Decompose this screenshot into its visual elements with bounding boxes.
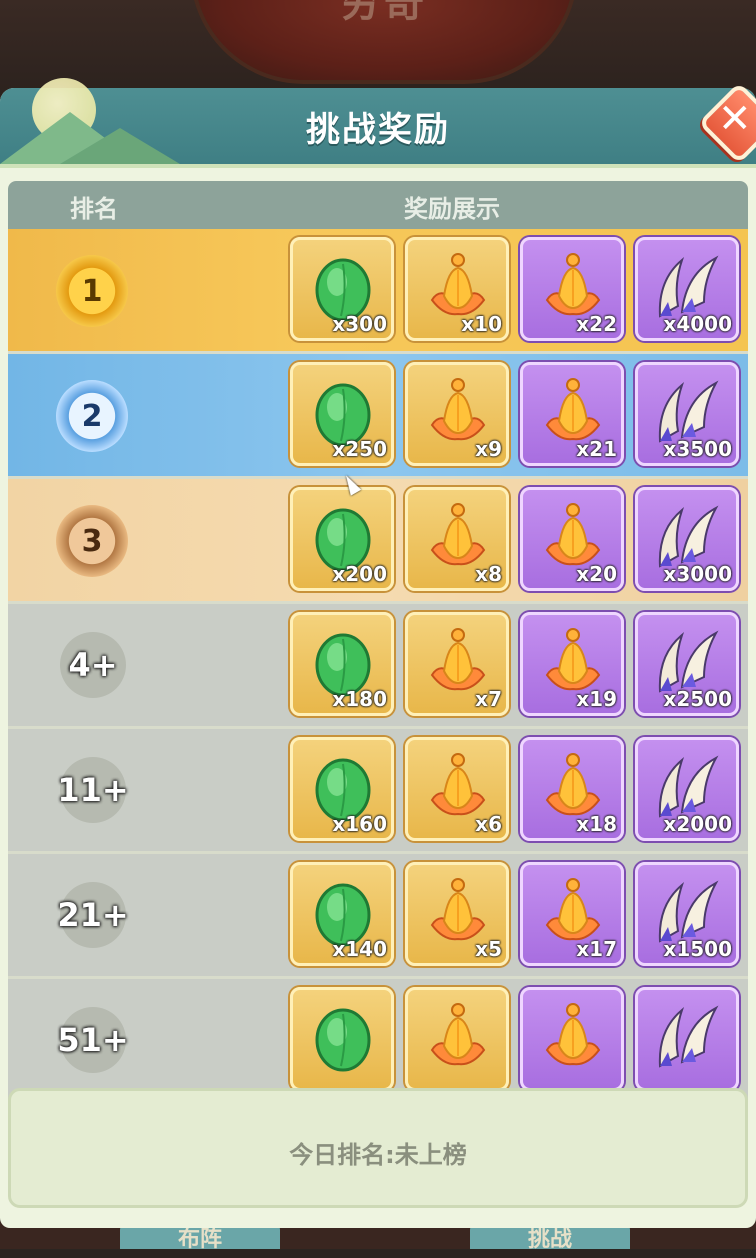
table-row: 3 x200 x8 x20 x3000 bbox=[8, 479, 748, 601]
reward-quantity: x20 bbox=[576, 562, 617, 586]
reward-quantity: x19 bbox=[576, 687, 617, 711]
reward-quantity: x7 bbox=[475, 687, 502, 711]
reward-item[interactable]: x20 bbox=[520, 487, 624, 591]
reward-item[interactable]: x160 bbox=[290, 737, 394, 841]
reward-item[interactable]: x3000 bbox=[635, 487, 739, 591]
reward-quantity: x180 bbox=[332, 687, 387, 711]
reward-quantity: x21 bbox=[576, 437, 617, 461]
today-rank-panel: 今日排名:未上榜 bbox=[8, 1088, 748, 1208]
reward-item[interactable]: x200 bbox=[290, 487, 394, 591]
green-leaf-icon bbox=[307, 1000, 379, 1072]
rank-badge: 3 bbox=[56, 505, 128, 577]
reward-item[interactable]: x8 bbox=[405, 487, 509, 591]
reward-quantity: x6 bbox=[475, 812, 502, 836]
reward-quantity: x2500 bbox=[663, 687, 732, 711]
table-header: 排名 奖励展示 bbox=[8, 181, 748, 229]
table-row: 21+ x140 x5 x17 x1500 bbox=[8, 854, 748, 976]
reward-quantity: x18 bbox=[576, 812, 617, 836]
reward-quantity: x17 bbox=[576, 937, 617, 961]
reward-quantity: x3500 bbox=[663, 437, 732, 461]
rank-badge: 1 bbox=[56, 255, 128, 327]
reward-quantity: x4000 bbox=[663, 312, 732, 336]
reward-quantity: x10 bbox=[461, 312, 502, 336]
challenge-rewards-dialog: 挑战奖励 ✕ 排名 奖励展示 1 x300 x10 x22 x4000 2 x250 x9 x2… bbox=[0, 78, 756, 1228]
claw-fang-icon bbox=[652, 1000, 724, 1072]
reward-item[interactable]: x3500 bbox=[635, 362, 739, 466]
boss-name: 穷奇 bbox=[340, 0, 428, 26]
table-row: 51+ bbox=[8, 979, 748, 1101]
reward-quantity: x2000 bbox=[663, 812, 732, 836]
reward-item[interactable]: x6 bbox=[405, 737, 509, 841]
table-row: 4+ x180 x7 x19 x2500 bbox=[8, 604, 748, 726]
reward-item[interactable]: x22 bbox=[520, 237, 624, 341]
reward-item[interactable]: x17 bbox=[520, 862, 624, 966]
reward-item[interactable]: x10 bbox=[405, 237, 509, 341]
reward-item[interactable]: x250 bbox=[290, 362, 394, 466]
reward-item[interactable]: x2500 bbox=[635, 612, 739, 716]
reward-quantity: x5 bbox=[475, 937, 502, 961]
golden-lotus-icon bbox=[422, 1000, 494, 1072]
reward-item[interactable]: x180 bbox=[290, 612, 394, 716]
reward-quantity: x250 bbox=[332, 437, 387, 461]
dialog-title: 挑战奖励 bbox=[306, 110, 450, 150]
rank-badge: 11+ bbox=[57, 757, 129, 823]
reward-item[interactable]: x9 bbox=[405, 362, 509, 466]
table-row: 1 x300 x10 x22 x4000 bbox=[8, 229, 748, 351]
reward-item[interactable]: x2000 bbox=[635, 737, 739, 841]
rank-column-header: 排名 bbox=[70, 195, 118, 223]
reward-quantity: x140 bbox=[332, 937, 387, 961]
rewards-table[interactable]: 排名 奖励展示 1 x300 x10 x22 x4000 2 x250 x9 x21 x3500 3… bbox=[8, 181, 748, 1169]
golden-lotus-icon bbox=[537, 1000, 609, 1072]
reward-item[interactable]: x21 bbox=[520, 362, 624, 466]
reward-item[interactable]: x140 bbox=[290, 862, 394, 966]
reward-quantity: x9 bbox=[475, 437, 502, 461]
today-rank-text: 今日排名:未上榜 bbox=[289, 1141, 467, 1169]
rank-badge: 4+ bbox=[60, 632, 126, 698]
rank-badge: 21+ bbox=[57, 882, 129, 948]
reward-item[interactable]: x7 bbox=[405, 612, 509, 716]
reward-item[interactable]: x300 bbox=[290, 237, 394, 341]
table-row: 2 x250 x9 x21 x3500 bbox=[8, 354, 748, 476]
reward-item[interactable]: x1500 bbox=[635, 862, 739, 966]
dialog-header: 挑战奖励 bbox=[0, 78, 756, 168]
reward-quantity: x1500 bbox=[663, 937, 732, 961]
rank-badge: 51+ bbox=[57, 1007, 129, 1073]
reward-item[interactable] bbox=[405, 987, 509, 1091]
table-row: 11+ x160 x6 x18 x2000 bbox=[8, 729, 748, 851]
rank-badge: 2 bbox=[56, 380, 128, 452]
reward-item[interactable] bbox=[290, 987, 394, 1091]
reward-item[interactable]: x18 bbox=[520, 737, 624, 841]
reward-item[interactable]: x19 bbox=[520, 612, 624, 716]
reward-quantity: x8 bbox=[475, 562, 502, 586]
reward-quantity: x3000 bbox=[663, 562, 732, 586]
reward-quantity: x160 bbox=[332, 812, 387, 836]
reward-quantity: x200 bbox=[332, 562, 387, 586]
reward-item[interactable] bbox=[520, 987, 624, 1091]
reward-quantity: x300 bbox=[332, 312, 387, 336]
reward-item[interactable]: x4000 bbox=[635, 237, 739, 341]
reward-item[interactable]: x5 bbox=[405, 862, 509, 966]
rewards-column-header: 奖励展示 bbox=[404, 195, 500, 223]
reward-item[interactable] bbox=[635, 987, 739, 1091]
close-button[interactable]: ✕ bbox=[697, 81, 756, 165]
reward-quantity: x22 bbox=[576, 312, 617, 336]
